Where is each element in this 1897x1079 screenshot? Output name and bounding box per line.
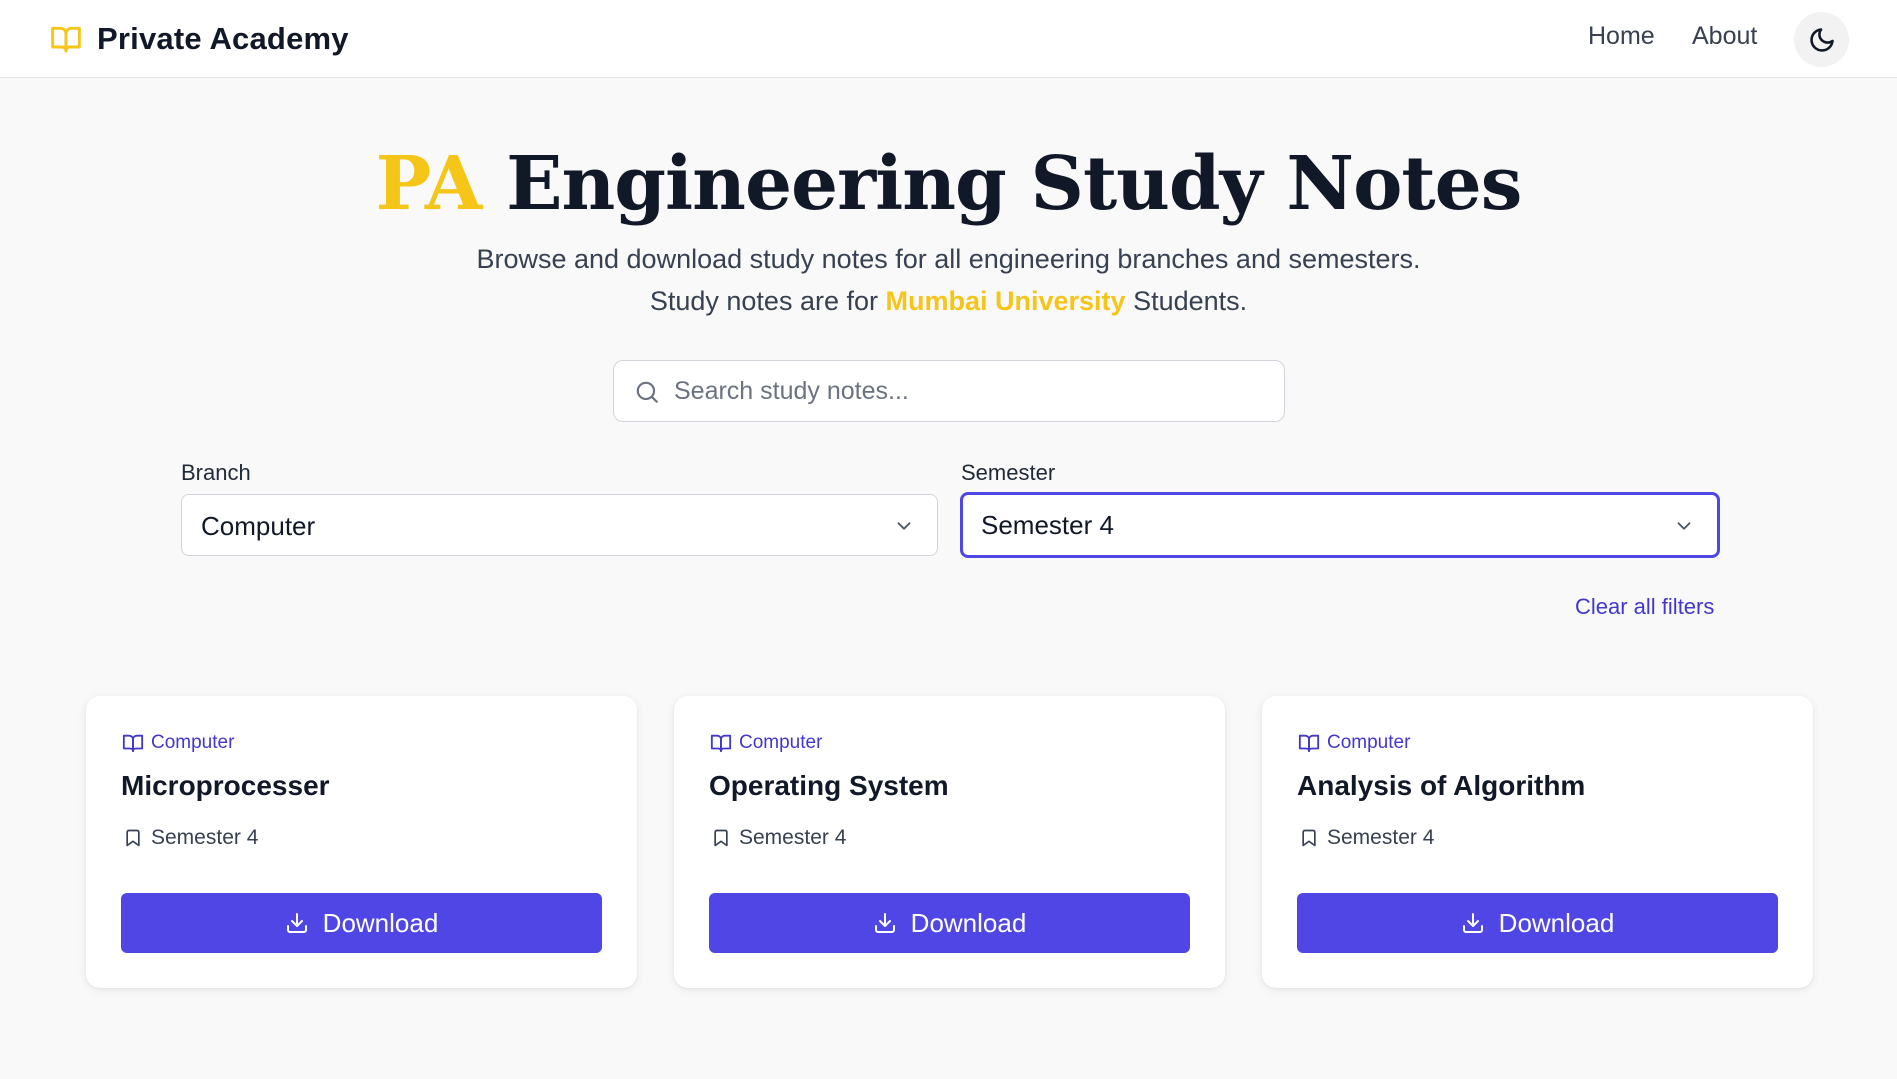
download-button[interactable]: Download (709, 893, 1190, 953)
chevron-down-icon (897, 522, 911, 530)
semester-select-value: Semester 4 (981, 510, 1114, 540)
card-semester-label: Semester 4 (151, 826, 259, 849)
card-semester: Semester 4 (711, 826, 846, 850)
note-card: Computer Operating System Semester 4 Dow… (674, 696, 1225, 988)
hero-subtitle-line-1: Browse and download study notes for all … (476, 244, 1421, 274)
search-input[interactable] (674, 361, 1274, 421)
download-label: Download (1498, 907, 1615, 938)
book-open-icon (51, 26, 81, 53)
download-label: Download (910, 907, 1027, 938)
university-highlight: Mumbai University (885, 286, 1126, 316)
card-title: Analysis of Algorithm (1297, 770, 1586, 801)
subtitle-prefix: Study notes are for (649, 286, 878, 316)
card-branch-label: Computer (151, 732, 235, 753)
nav-home-link[interactable]: Home (1588, 22, 1655, 51)
chevron-down-icon (1677, 522, 1691, 530)
title-text: Engineering Study Notes (506, 141, 1522, 227)
card-semester: Semester 4 (123, 826, 258, 850)
card-semester-label: Semester 4 (1327, 826, 1435, 849)
card-title: Operating System (709, 770, 949, 801)
title-accent: PA (375, 141, 483, 227)
search-box[interactable] (613, 360, 1285, 422)
branch-select-value: Computer (201, 511, 316, 541)
card-branch-tag: Computer (1297, 732, 1410, 754)
clear-filters-link[interactable]: Clear all filters (1575, 594, 1714, 620)
download-icon (874, 913, 895, 933)
book-open-icon (122, 734, 144, 753)
moon-icon (1809, 27, 1834, 52)
page-title: PA Engineering Study Notes (0, 136, 1897, 232)
card-branch-tag: Computer (709, 732, 822, 754)
bookmark-icon (1302, 829, 1316, 847)
card-semester: Semester 4 (1299, 826, 1434, 850)
hero-subtitle-line-2: Study notes are for Mumbai University St… (0, 286, 1897, 317)
semester-select[interactable]: Semester 4 (960, 492, 1720, 558)
bookmark-icon (714, 829, 728, 847)
brand-name: Private Academy (97, 21, 349, 56)
theme-toggle-button[interactable] (1794, 12, 1849, 67)
download-label: Download (322, 907, 439, 938)
branch-select[interactable]: Computer (181, 494, 938, 556)
book-open-icon (710, 734, 732, 753)
card-branch-label: Computer (1327, 732, 1411, 753)
bookmark-icon (126, 829, 140, 847)
download-button[interactable]: Download (121, 893, 602, 953)
download-button[interactable]: Download (1297, 893, 1778, 953)
card-branch-tag: Computer (121, 732, 234, 754)
download-icon (286, 913, 307, 933)
card-title: Microprocesser (121, 770, 330, 801)
top-navbar: Private Academy Home About (0, 0, 1897, 78)
subtitle-suffix: Students. (1133, 286, 1248, 316)
semester-label: Semester (961, 460, 1056, 485)
search-icon (636, 381, 658, 403)
download-icon (1462, 913, 1483, 933)
branch-label: Branch (181, 460, 251, 485)
book-open-icon (1298, 734, 1320, 753)
card-branch-label: Computer (739, 732, 823, 753)
nav-about-link[interactable]: About (1692, 22, 1757, 51)
brand[interactable]: Private Academy (48, 20, 349, 58)
note-card: Computer Analysis of Algorithm Semester … (1262, 696, 1813, 988)
card-semester-label: Semester 4 (739, 826, 847, 849)
note-card: Computer Microprocesser Semester 4 Downl… (86, 696, 637, 988)
